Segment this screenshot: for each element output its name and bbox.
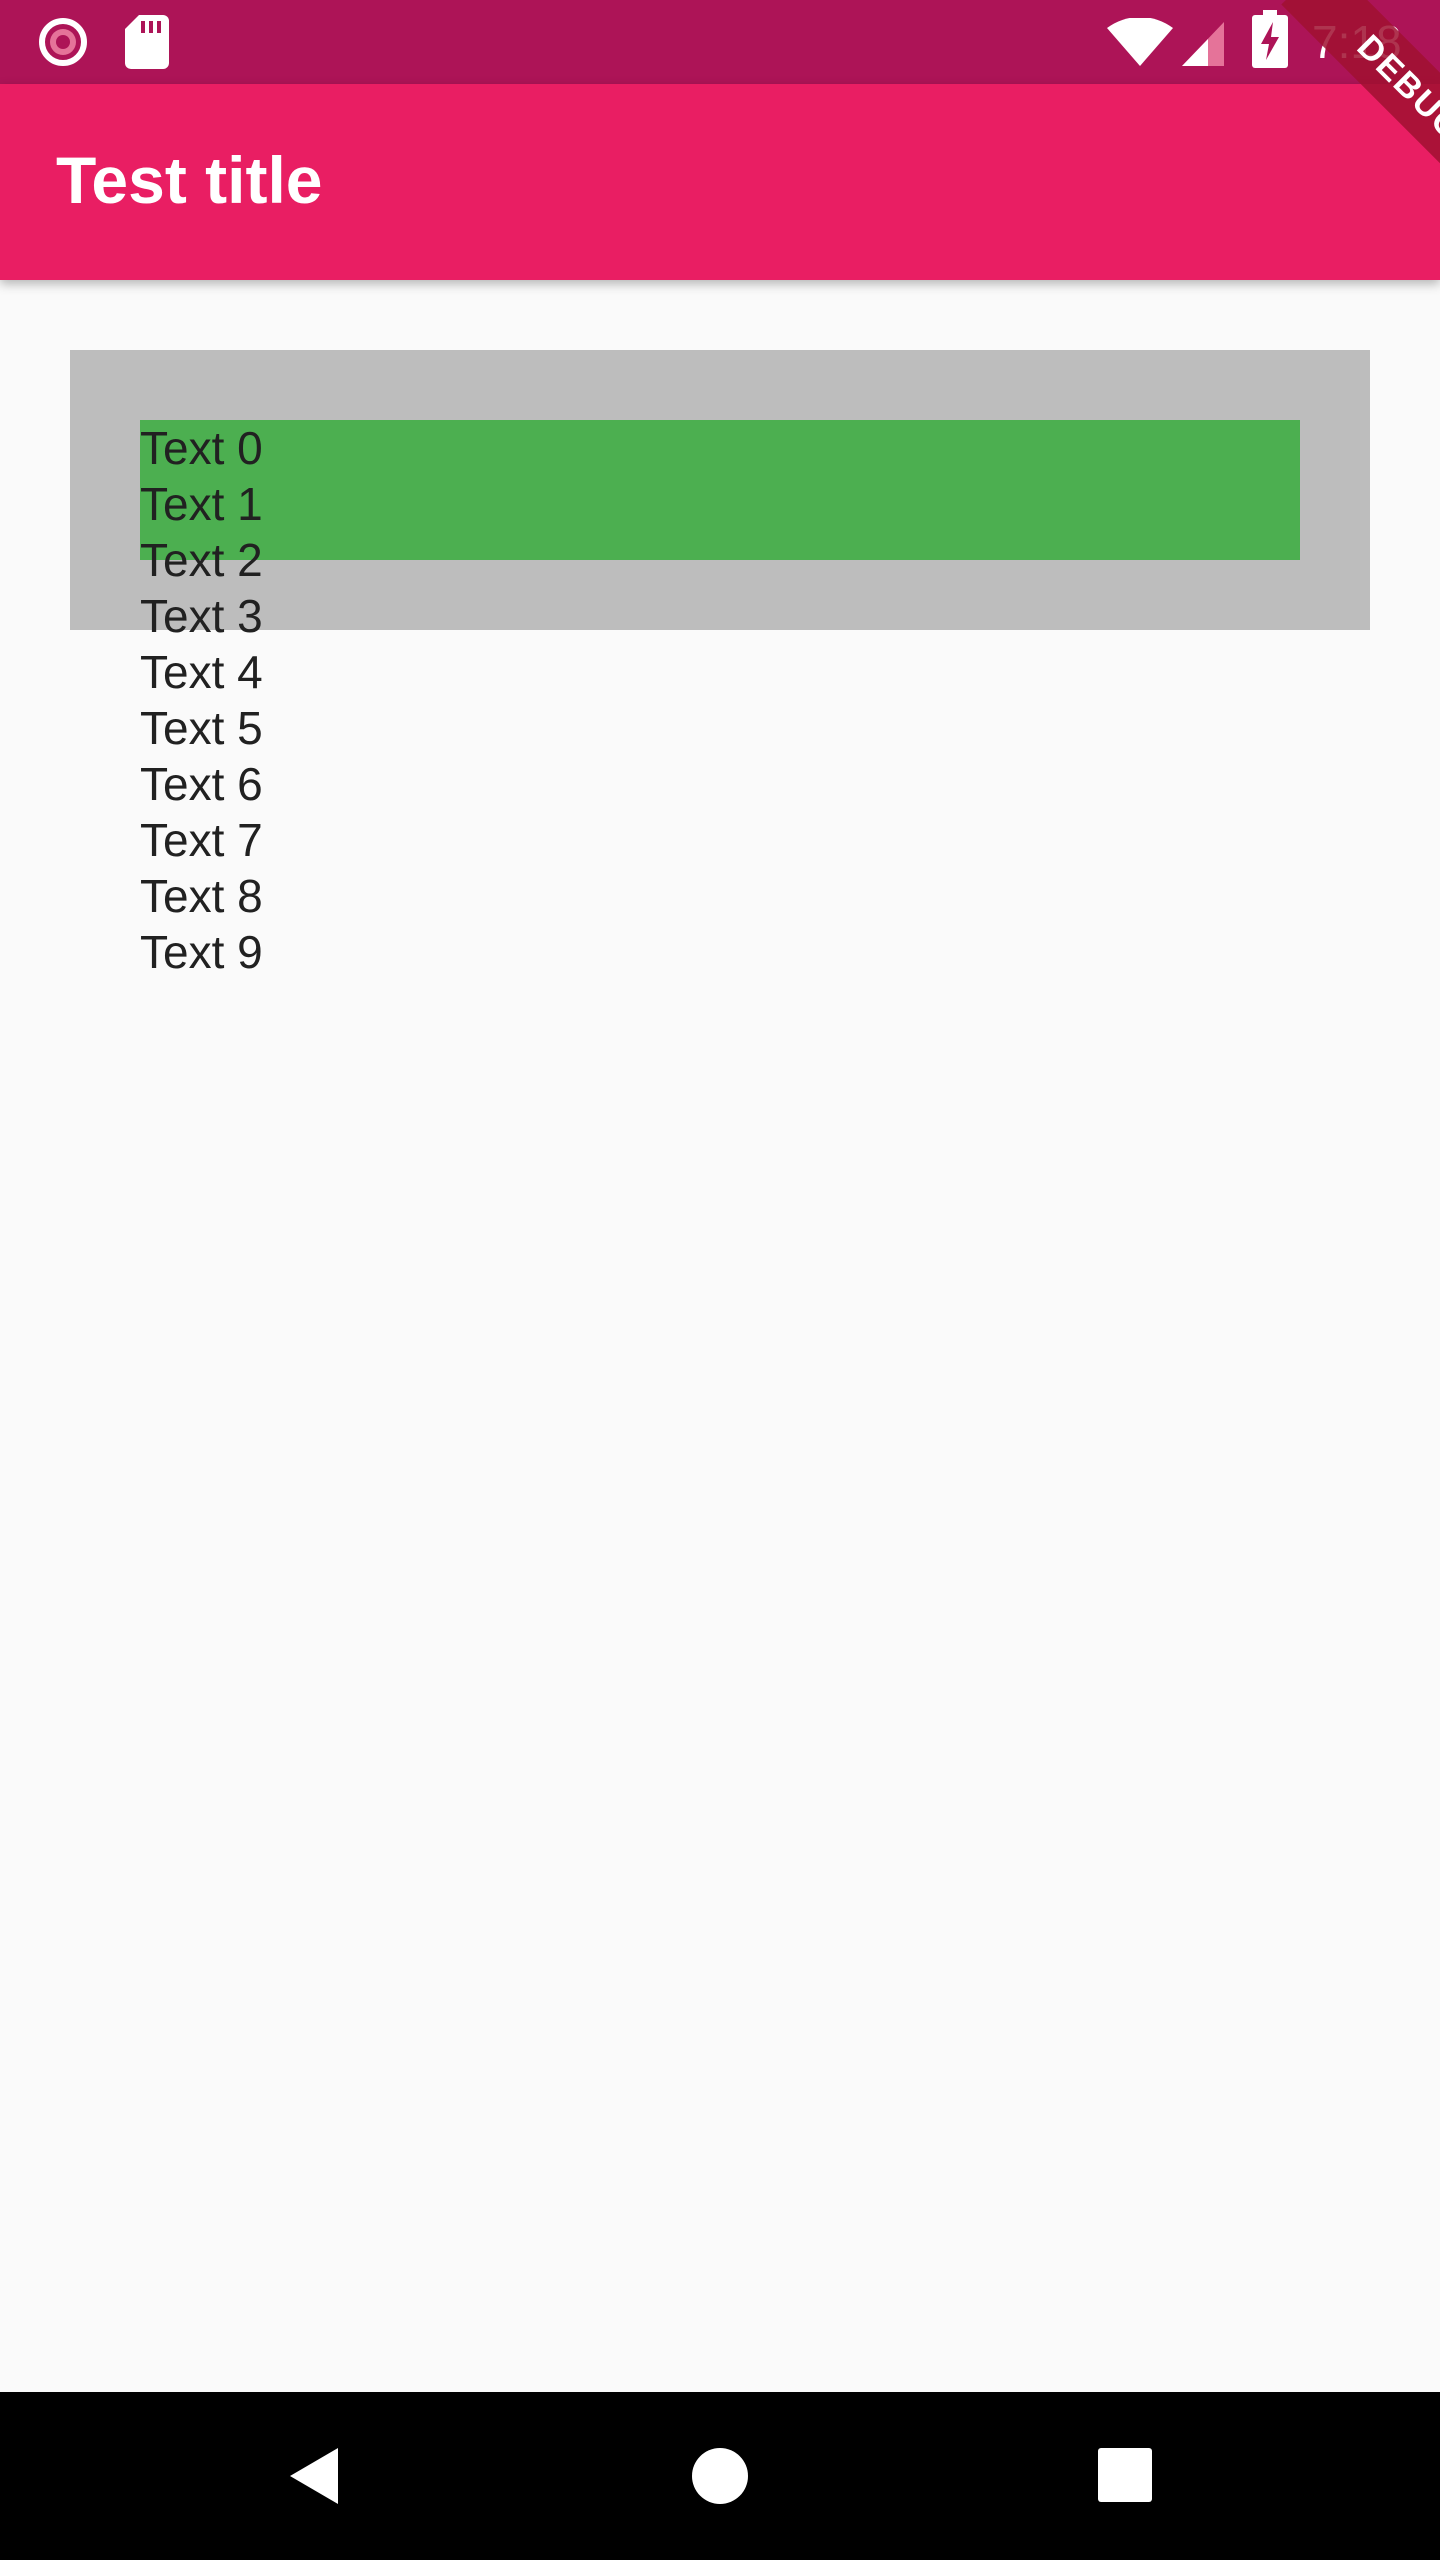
list-item: Text 6 — [140, 758, 263, 810]
status-clock: 7:18 — [1312, 16, 1402, 68]
list-item: Text 5 — [140, 702, 263, 754]
list-item: Text 2 — [140, 534, 263, 586]
text-list: Text 0 Text 1 Text 2 Text 3 Text 4 Text … — [140, 420, 263, 980]
signal-icon — [1182, 22, 1224, 66]
list-item: Text 8 — [140, 870, 263, 922]
wifi-icon — [1107, 18, 1173, 66]
list-item: Text 4 — [140, 646, 263, 698]
back-icon[interactable] — [276, 2436, 356, 2516]
recents-icon[interactable] — [1086, 2436, 1166, 2516]
list-item: Text 1 — [140, 478, 263, 530]
status-bar: 7:18 — [0, 0, 1440, 84]
list-item: Text 7 — [140, 814, 263, 866]
home-icon[interactable] — [680, 2436, 760, 2516]
sd-card-icon — [125, 15, 169, 69]
navigation-bar — [0, 2392, 1440, 2560]
record-icon — [39, 18, 87, 66]
app-bar: Test title — [0, 84, 1440, 280]
inner-container — [140, 420, 1300, 560]
list-item: Text 9 — [140, 926, 263, 978]
list-item: Text 3 — [140, 590, 263, 642]
list-item: Text 0 — [140, 422, 263, 474]
page-title: Test title — [56, 143, 323, 217]
battery-charging-icon — [1252, 10, 1288, 68]
